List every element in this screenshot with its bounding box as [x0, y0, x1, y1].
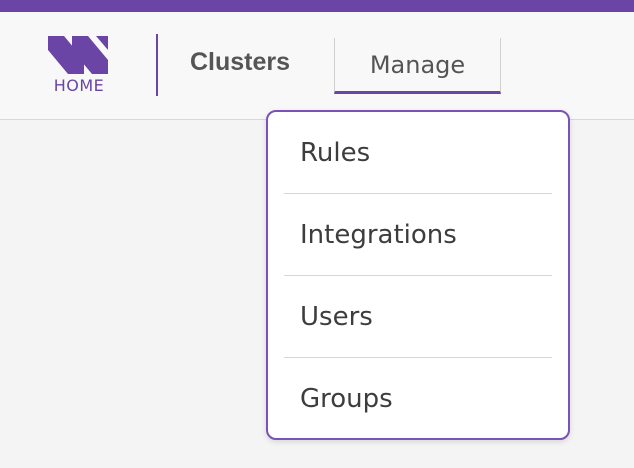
menu-item-label: Rules [300, 137, 371, 168]
nav-clusters[interactable]: Clusters [190, 48, 290, 77]
nav-manage-tab[interactable]: Manage [334, 38, 501, 94]
menu-item-groups[interactable]: Groups [284, 358, 552, 440]
manage-dropdown-menu: Rules Integrations Users Groups [266, 110, 570, 440]
top-accent-bar [0, 0, 634, 12]
menu-item-label: Groups [300, 384, 393, 414]
nav-manage-label: Manage [369, 50, 466, 79]
menu-item-users[interactable]: Users [284, 276, 552, 358]
logo-label: HOME [53, 76, 105, 95]
menu-item-integrations[interactable]: Integrations [284, 194, 552, 276]
header-divider [156, 34, 158, 96]
brand-logo-icon [48, 36, 108, 74]
header: HOME Clusters Manage [0, 12, 634, 120]
menu-item-rules[interactable]: Rules [284, 112, 552, 194]
home-logo-link[interactable]: HOME [46, 34, 112, 100]
menu-item-label: Integrations [300, 219, 457, 250]
menu-item-label: Users [300, 301, 373, 332]
